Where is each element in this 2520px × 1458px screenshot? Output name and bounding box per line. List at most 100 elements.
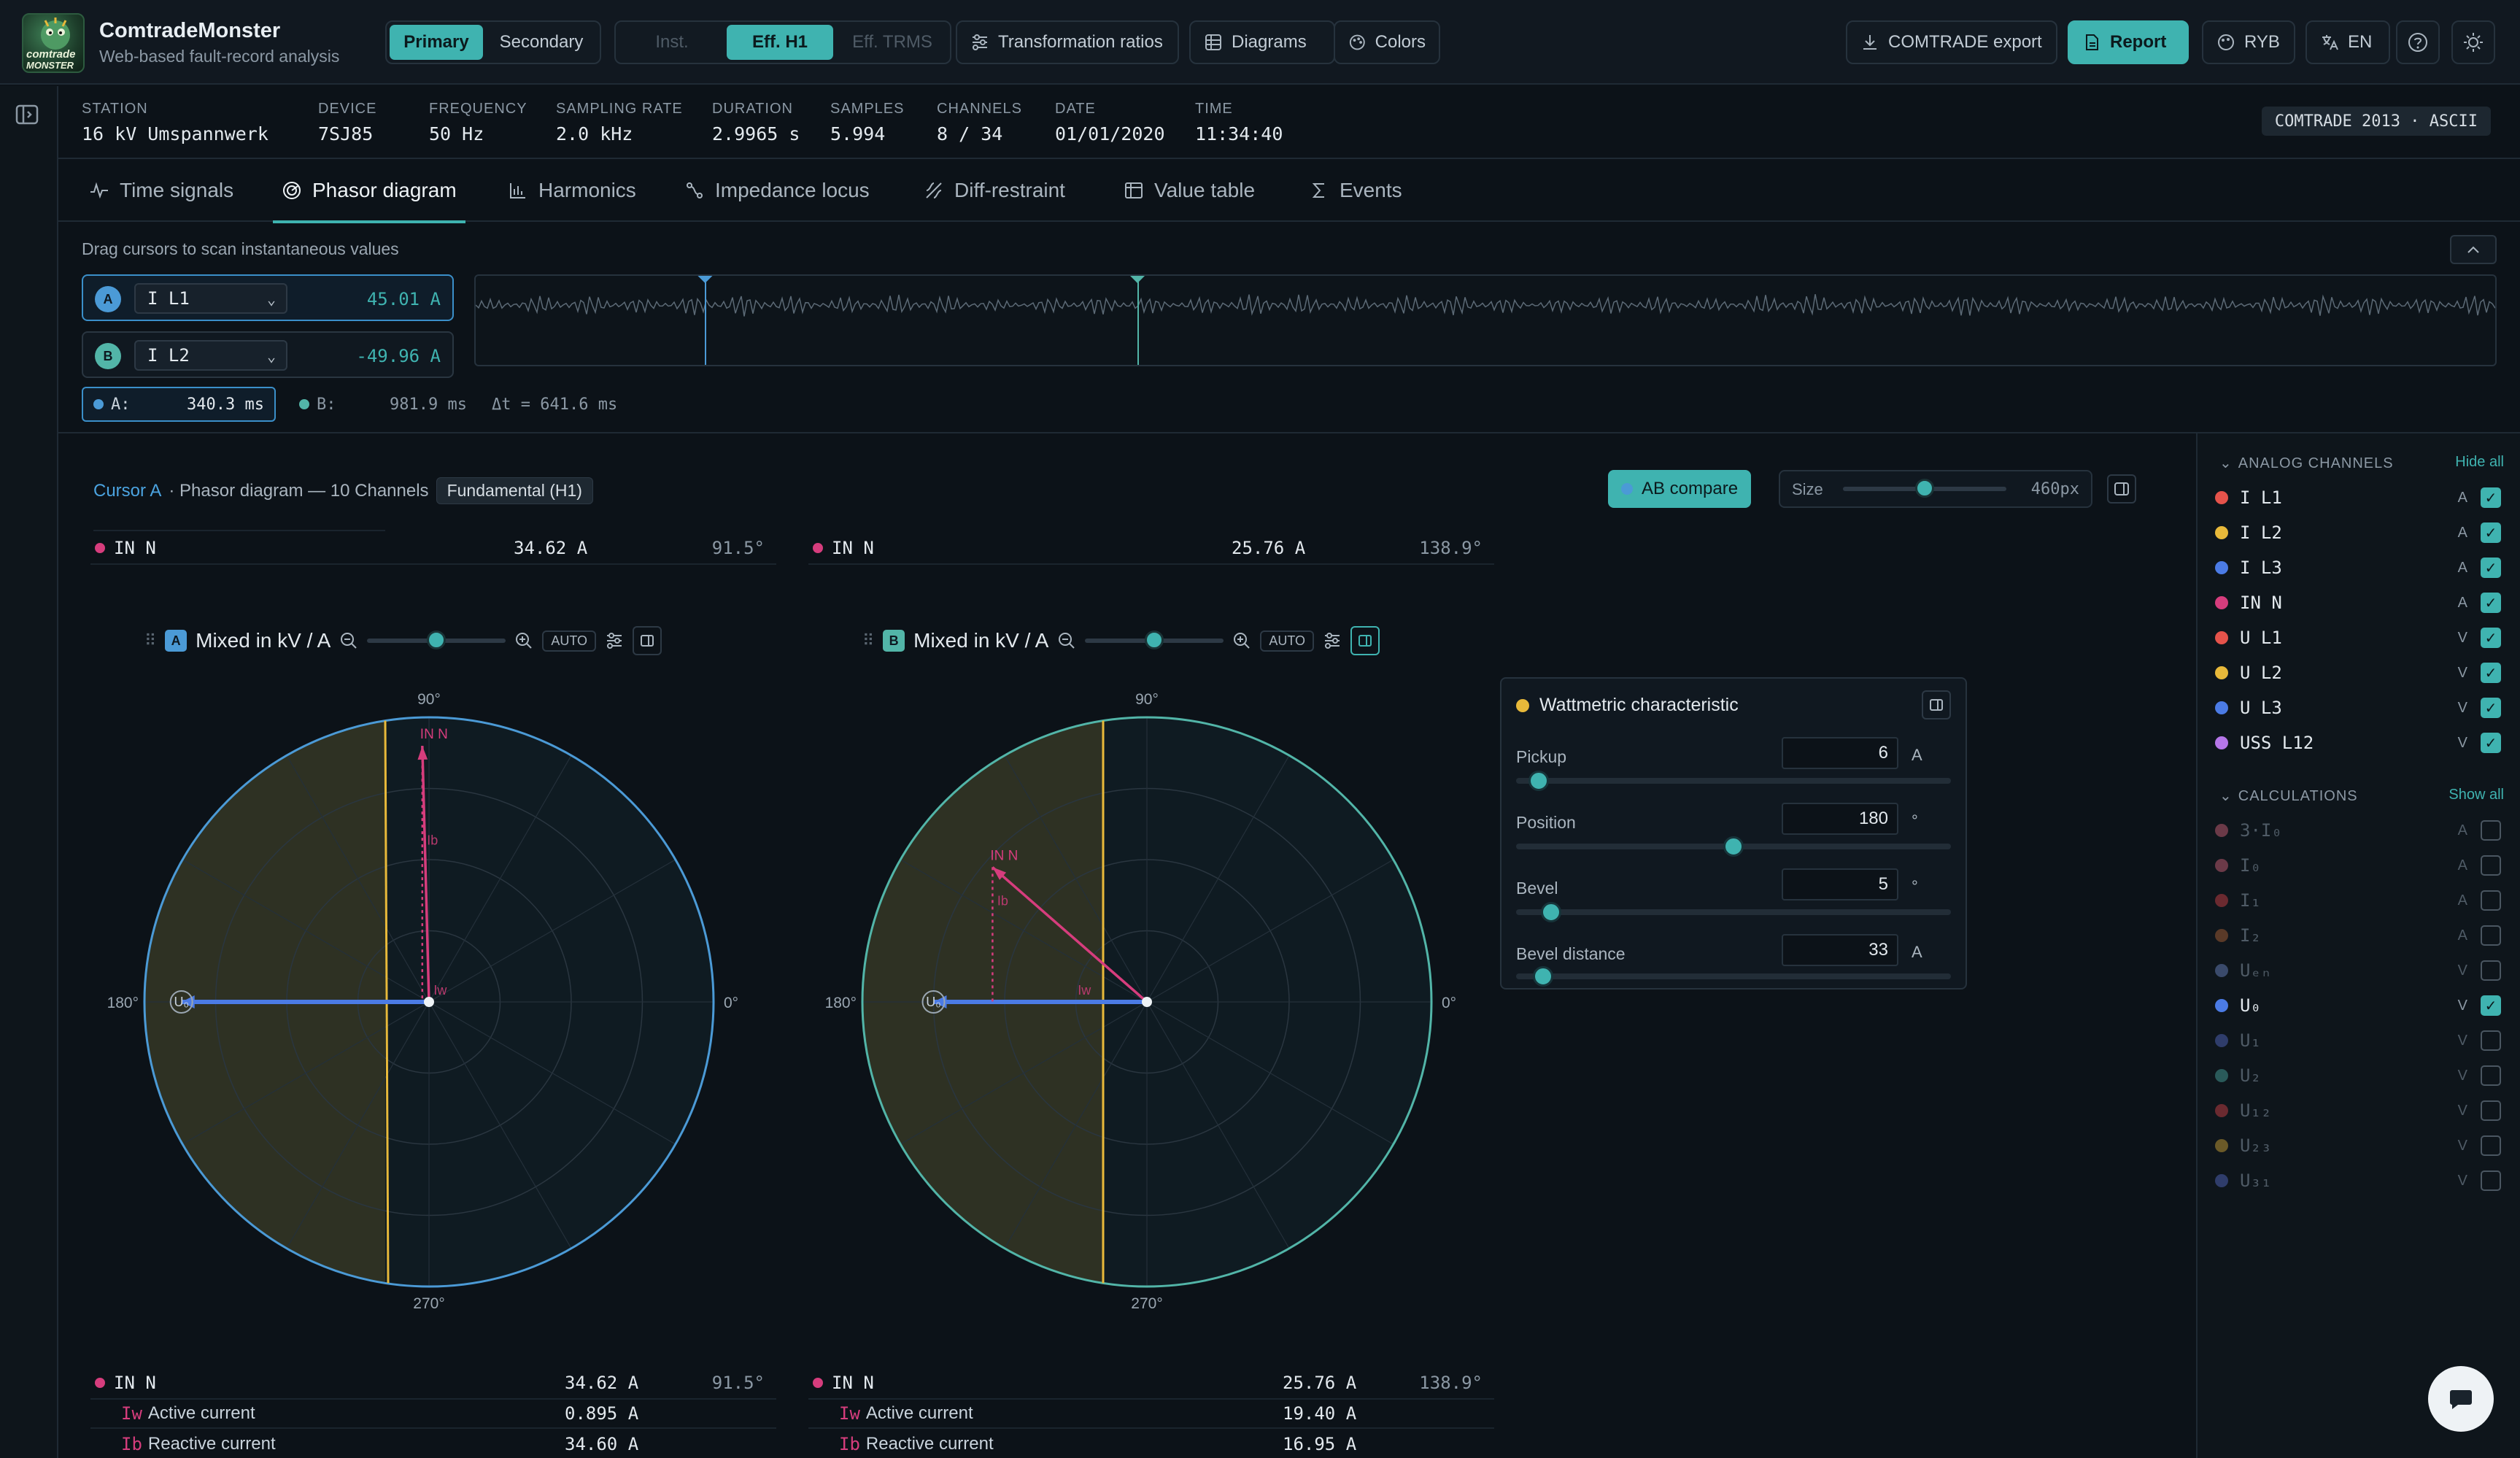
channel-row[interactable]: IN N A ✓ [2215,588,2504,617]
channel-checkbox[interactable]: ✓ [2481,698,2501,718]
panel-b-zoom-knob[interactable] [1145,630,1164,649]
channel-row[interactable]: U₂ V [2215,1061,2504,1090]
panel-b-phasor-diagram[interactable]: 90° 270° 180° 0° U₀ IN N Ib Iw [813,667,1477,1338]
channel-checkbox[interactable]: ✓ [2481,487,2501,508]
analog-channels-header[interactable]: ⌄ ANALOG CHANNELS [2219,454,2394,472]
channel-checkbox[interactable]: ✓ [2481,522,2501,543]
sidebar-toggle-button[interactable] [15,102,39,127]
zoom-out-icon[interactable] [1057,631,1076,650]
channel-row[interactable]: USS L12 V ✓ [2215,728,2504,757]
tab-phasor-diagram[interactable]: Phasor diagram [273,159,465,223]
zoom-in-icon[interactable] [514,631,533,650]
bevel-distance-input[interactable]: 33 [1782,934,1898,966]
channel-row[interactable]: U L3 V ✓ [2215,693,2504,722]
pickup-input[interactable]: 6 [1782,737,1898,769]
tab-value-table[interactable]: Value table [1124,159,1255,222]
sliders-icon[interactable] [605,631,624,650]
channel-checkbox[interactable] [2481,820,2501,841]
inst-button[interactable]: Inst. [619,25,725,60]
channel-checkbox[interactable] [2481,1135,2501,1156]
drag-handle-icon[interactable]: ⠿ [862,631,874,650]
channel-row[interactable]: I₁ A [2215,886,2504,915]
collapse-cursor-button[interactable] [2450,235,2497,264]
ryb-button[interactable]: RYB [2202,20,2295,64]
overview-waveform[interactable] [474,274,2497,366]
position-input[interactable]: 180 [1782,803,1898,835]
channel-checkbox[interactable]: ✓ [2481,593,2501,613]
sliders-icon[interactable] [1323,631,1342,650]
tab-diff-restraint[interactable]: Diff-restraint [924,159,1065,222]
cursor-b-row[interactable]: B I L2 ⌄ -49.96 A [82,331,454,378]
colors-button[interactable]: Colors [1334,20,1440,64]
zoom-in-icon[interactable] [1232,631,1251,650]
channel-checkbox[interactable]: ✓ [2481,663,2501,683]
transformation-ratios-button[interactable]: Transformation ratios [956,20,1179,64]
wattmetric-panel-button[interactable] [1922,690,1951,720]
diagrams-button[interactable]: Diagrams [1189,20,1335,64]
tab-harmonics[interactable]: Harmonics [508,159,636,222]
channel-checkbox[interactable]: ✓ [2481,733,2501,753]
channel-row[interactable]: I L2 A ✓ [2215,518,2504,547]
channel-row[interactable]: U₀ V ✓ [2215,991,2504,1020]
channel-row[interactable]: 3·I₀ A [2215,816,2504,845]
cursor-a-marker[interactable] [705,276,707,365]
calculations-header[interactable]: ⌄ CALCULATIONS [2219,787,2358,805]
bevel-slider-knob[interactable] [1541,902,1562,922]
bevel-distance-slider[interactable] [1516,966,1951,987]
channel-checkbox[interactable] [2481,855,2501,876]
panel-b-side-panel-button[interactable] [1350,626,1380,655]
panel-a-zoom-slider[interactable] [367,630,506,649]
cursor-a-row[interactable]: A I L1 ⌄ 45.01 A [82,274,454,321]
panel-a-side-panel-button[interactable] [633,626,662,655]
channel-row[interactable]: U₁ V [2215,1026,2504,1055]
channel-row[interactable]: U₁₂ V [2215,1096,2504,1125]
panel-b-zoom-slider[interactable] [1085,630,1224,649]
cursor-b-marker[interactable] [1137,276,1140,365]
harmonic-pill[interactable]: Fundamental (H1) [436,477,593,504]
panel-a-zoom-knob[interactable] [427,630,447,649]
hide-all-link[interactable]: Hide all [2455,454,2504,471]
report-button[interactable]: Report [2068,20,2189,64]
panel-a-auto-button[interactable]: AUTO [542,630,596,652]
channel-checkbox[interactable] [2481,960,2501,981]
pickup-slider-knob[interactable] [1528,771,1550,791]
channel-checkbox[interactable] [2481,890,2501,911]
channel-row[interactable]: Uₑₙ V [2215,956,2504,985]
channel-row[interactable]: I₂ A [2215,921,2504,950]
channel-row[interactable]: U₂₃ V [2215,1131,2504,1160]
ab-compare-button[interactable]: AB compare [1608,470,1752,508]
position-slider-knob[interactable] [1723,836,1744,857]
panel-toggle-button[interactable] [2107,474,2136,504]
panel-a-phasor-diagram[interactable]: 90° 270° 180° 0° U₀ IN N Ib Iw [95,667,759,1338]
channel-row[interactable]: I L3 A ✓ [2215,553,2504,582]
channel-row[interactable]: U L1 V ✓ [2215,623,2504,652]
tab-events[interactable]: Events [1309,159,1402,222]
bevel-slider[interactable] [1516,902,1951,922]
primary-button[interactable]: Primary [390,25,483,60]
comtrade-export-button[interactable]: COMTRADE export [1846,20,2057,64]
language-button[interactable]: EN [2306,20,2390,64]
chat-button[interactable] [2428,1366,2494,1432]
cursor-a-channel-select[interactable]: I L1 ⌄ [134,283,287,314]
show-all-link[interactable]: Show all [2449,787,2504,803]
channel-row[interactable]: I₀ A [2215,851,2504,880]
channel-checkbox[interactable] [2481,1170,2501,1191]
eff-h1-button[interactable]: Eff. H1 [727,25,833,60]
channel-checkbox[interactable] [2481,1100,2501,1121]
channel-checkbox[interactable] [2481,1030,2501,1051]
channel-checkbox[interactable] [2481,925,2501,946]
channel-checkbox[interactable] [2481,1065,2501,1086]
channel-row[interactable]: U₃₁ V [2215,1166,2504,1195]
position-slider[interactable] [1516,836,1951,857]
size-slider[interactable] [1843,479,2006,498]
help-button[interactable] [2396,20,2440,64]
pickup-slider[interactable] [1516,771,1951,791]
cursor-a-link[interactable]: Cursor A [93,481,161,501]
bevel-distance-slider-knob[interactable] [1532,966,1553,987]
channel-row[interactable]: I L1 A ✓ [2215,483,2504,512]
zoom-out-icon[interactable] [339,631,358,650]
tab-time-signals[interactable]: Time signals [89,159,233,222]
channel-checkbox[interactable]: ✓ [2481,628,2501,648]
eff-trms-button[interactable]: Eff. TRMS [836,25,948,60]
secondary-button[interactable]: Secondary [486,25,597,60]
